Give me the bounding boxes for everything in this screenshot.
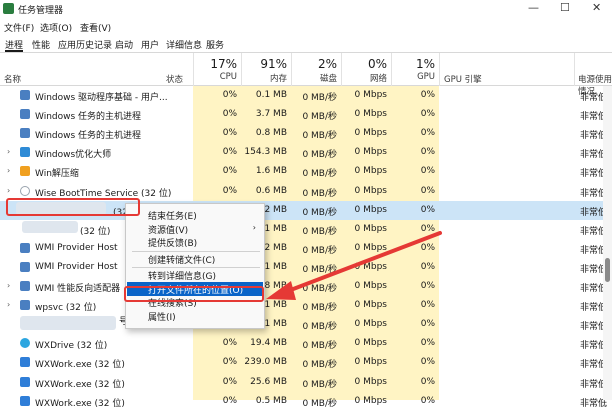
arrow-shaft <box>286 231 442 293</box>
arrow-head <box>266 281 296 300</box>
annotation-arrow <box>266 231 442 300</box>
